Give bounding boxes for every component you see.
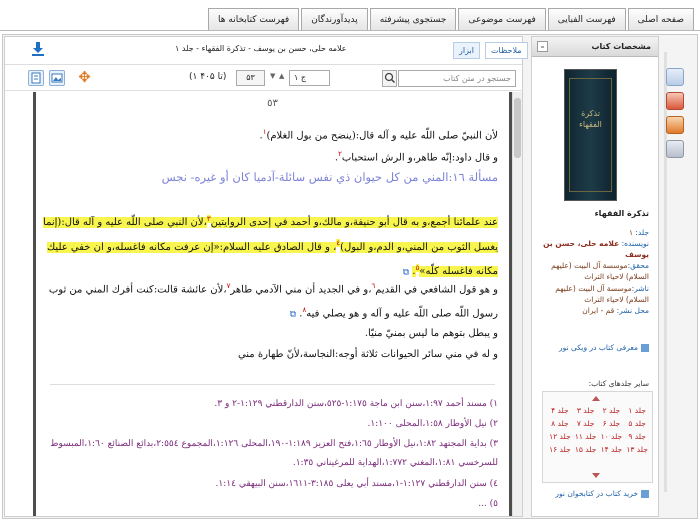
- place-value: قم - ایران: [582, 306, 615, 315]
- link-icon: [641, 490, 649, 498]
- paragraph-6: و له في مني سائر الحيوانات ثلاثة أوجه:ال…: [237, 349, 498, 360]
- volume-link[interactable]: جلد ۸: [547, 419, 573, 428]
- book-search-input[interactable]: جستجو در متن کتاب: [398, 70, 516, 87]
- info-panel-title: مشخصات کتاب: [591, 42, 651, 51]
- volume-link[interactable]: جلد ۹: [624, 432, 650, 441]
- book-metadata: جلد: ۱ نویسنده: علامه حلی، حسن بن یوسف م…: [537, 227, 649, 316]
- page-number: ٥٣: [267, 98, 278, 109]
- book-title: تذكرة الفقهاء: [594, 209, 649, 218]
- volume-select[interactable]: ج ۱: [289, 70, 330, 86]
- author-label: نویسنده:: [621, 239, 649, 248]
- author-icon[interactable]: [666, 116, 684, 134]
- image-view-icon: [51, 73, 63, 83]
- paragraph-1-text: لأن النبيّ صلى اللّه عليه و آله قال:(ينض…: [266, 130, 498, 142]
- cover-frame: [569, 78, 612, 192]
- volumes-up-arrow[interactable]: [592, 396, 600, 401]
- search-icon: [384, 72, 396, 84]
- volume-value: ۱: [628, 228, 634, 237]
- info-panel-header: مشخصات کتاب –: [532, 37, 658, 57]
- volume-link[interactable]: جلد ۶: [599, 419, 625, 428]
- volumes-grid: جلد ۱ جلد ۲ جلد ۳ جلد ۴ جلد ۵ جلد ۶ جلد …: [547, 406, 650, 454]
- page-range-info: (۱ تا ۴۰۵): [189, 72, 227, 82]
- paragraph-5: و يبطل بتوهم ما ليس بمنيّ منيّا.: [364, 328, 498, 339]
- orange-crosshair-icon[interactable]: ✥: [76, 69, 93, 86]
- cover-title: تذكرة الفقهاء: [579, 109, 602, 129]
- volume-link[interactable]: جلد ۱۴: [599, 445, 625, 454]
- volume-link[interactable]: جلد ۱۳: [624, 445, 650, 454]
- publisher-label: ناشر:: [631, 284, 649, 293]
- paragraph-2: و قال داود:إنّه طاهر،و الرش استحباب٢.: [334, 150, 498, 164]
- volume-link[interactable]: جلد ۵: [624, 419, 650, 428]
- volume-link[interactable]: جلد ۱: [624, 406, 650, 415]
- tab-tools[interactable]: ابزار: [453, 42, 480, 59]
- footnote-5: ٥) ...: [478, 499, 498, 509]
- volume-link[interactable]: جلد ۲: [599, 406, 625, 415]
- wiki-link-label: معرفی کتاب در ویکی نور: [559, 343, 638, 352]
- footnote-separator: [50, 384, 495, 385]
- footnote-4: ٤) سنن الدارقطني ١:١٢٧-١،مسند أبي يعلى ٣…: [215, 479, 498, 489]
- book-cover-image: تذكرة الفقهاء: [564, 69, 617, 201]
- paragraph-4-text-a: و هو قول الشافعي في القديم: [375, 284, 498, 296]
- paragraph-4: و هو قول الشافعي في القديم٦،و في الجديد …: [48, 282, 498, 320]
- prev-page-arrow[interactable]: ▲: [279, 72, 284, 80]
- footnote-1: ١) مسند أحمد ١:٩٧،سنن ابن ماجة ١:١٧٥-٥٢٥…: [214, 399, 498, 409]
- volumes-down-arrow[interactable]: [592, 473, 600, 478]
- wiki-link[interactable]: معرفی کتاب در ویکی نور: [559, 343, 649, 352]
- page-scrollbar[interactable]: [512, 92, 522, 516]
- notes-icon[interactable]: [666, 140, 684, 158]
- volume-link[interactable]: جلد ۱۱: [573, 432, 599, 441]
- footnote-2: ٢) نيل الأوطار ١:٥٨،المحلى ١:١٠٠.: [367, 419, 498, 429]
- link-icon: [641, 344, 649, 352]
- tab-libraries[interactable]: فهرست کتابخانه ها: [208, 8, 300, 31]
- volume-link[interactable]: جلد ۱۶: [547, 445, 573, 454]
- next-page-arrow[interactable]: ▼: [270, 72, 275, 80]
- hadith-link-icon-2[interactable]: ⧉: [290, 310, 296, 320]
- page-view-button[interactable]: [28, 70, 44, 86]
- highlighted-paragraph: عند علمائنا أجمع،و به قال أبو حنيفة،و ما…: [43, 215, 498, 277]
- scroll-thumb[interactable]: [514, 98, 521, 158]
- book-info-panel: مشخصات کتاب – تذكرة الفقهاء تذكرة الفقها…: [531, 36, 659, 517]
- volume-link[interactable]: جلد ۱۲: [547, 432, 573, 441]
- download-icon[interactable]: [31, 41, 45, 57]
- document-panel: علامه حلی، حسن بن یوسف - تذكرة الفقهاء -…: [4, 36, 528, 517]
- tab-home[interactable]: صفحه اصلی: [627, 8, 694, 31]
- book-info-icon[interactable]: [666, 68, 684, 86]
- collapse-icon[interactable]: –: [537, 41, 548, 52]
- buy-book-link[interactable]: خرید کتاب در کتابخوان نور: [555, 489, 649, 498]
- volume-link[interactable]: جلد ۱۵: [573, 445, 599, 454]
- page-number-input[interactable]: ۵۳: [236, 70, 265, 86]
- place-label: محل نشر:: [616, 306, 649, 315]
- search-button[interactable]: [382, 70, 397, 87]
- top-navigation: صفحه اصلی فهرست الفبایی فهرست موضوعی جست…: [0, 0, 700, 32]
- document-toolbar: ✥ (۱ تا ۴۰۵) ۵۳ ▼ ▲ ج ۱ جستجو در متن کتا…: [5, 66, 522, 91]
- highlight-text-1: عند علمائنا أجمع،و به قال أبو حنيفة،و ما…: [210, 217, 498, 229]
- tab-notes[interactable]: ملاحظات: [485, 42, 528, 59]
- tab-divider: [0, 30, 700, 31]
- top-tabs: صفحه اصلی فهرست الفبایی فهرست موضوعی جست…: [208, 8, 694, 31]
- contents-icon[interactable]: [666, 92, 684, 110]
- paragraph-4-text-b: و في الجديد أن مني الآدمي طاهر: [230, 284, 369, 296]
- researcher-label: محقق:: [627, 261, 649, 270]
- volume-link[interactable]: جلد ۱۰: [599, 432, 625, 441]
- page-content: ٥٣ لأن النبيّ صلى اللّه عليه و آله قال:(…: [33, 92, 512, 516]
- page-view-icon: [31, 72, 41, 84]
- volume-link[interactable]: جلد ۳: [573, 406, 599, 415]
- paragraph-1: لأن النبيّ صلى اللّه عليه و آله قال:(ينض…: [259, 128, 498, 142]
- volume-link[interactable]: جلد ۴: [547, 406, 573, 415]
- tab-advanced-search[interactable]: جستجوی پیشرفته: [369, 8, 457, 31]
- volumes-box: جلد ۱ جلد ۲ جلد ۳ جلد ۴ جلد ۵ جلد ۶ جلد …: [542, 391, 653, 483]
- volumes-title: سایر جلدهای کتاب:: [588, 379, 649, 388]
- footnote-3: ٣) بداية المجتهد ١:٨٢،نيل الأوطار ١:٦٥،ف…: [50, 439, 498, 468]
- paragraph-2-text: و قال داود:إنّه طاهر،و الرش استحباب: [341, 152, 498, 164]
- section-heading: مسألة ١٦:المني من كل حيوان ذي نفس سائلة-…: [161, 170, 498, 184]
- volume-link[interactable]: جلد ۷: [573, 419, 599, 428]
- document-breadcrumb: علامه حلی، حسن بن یوسف - تذكرة الفقهاء -…: [175, 44, 347, 53]
- buy-book-label: خرید کتاب در کتابخوان نور: [555, 489, 638, 498]
- volume-label: جلد:: [635, 228, 649, 237]
- document-header: علامه حلی، حسن بن یوسف - تذكرة الفقهاء -…: [5, 37, 528, 65]
- tab-alphabetical[interactable]: فهرست الفبایی: [547, 8, 626, 31]
- tab-authors[interactable]: پدیدآورندگان: [301, 8, 368, 31]
- image-view-button[interactable]: [49, 70, 65, 86]
- tab-subject[interactable]: فهرست موضوعی: [458, 8, 546, 31]
